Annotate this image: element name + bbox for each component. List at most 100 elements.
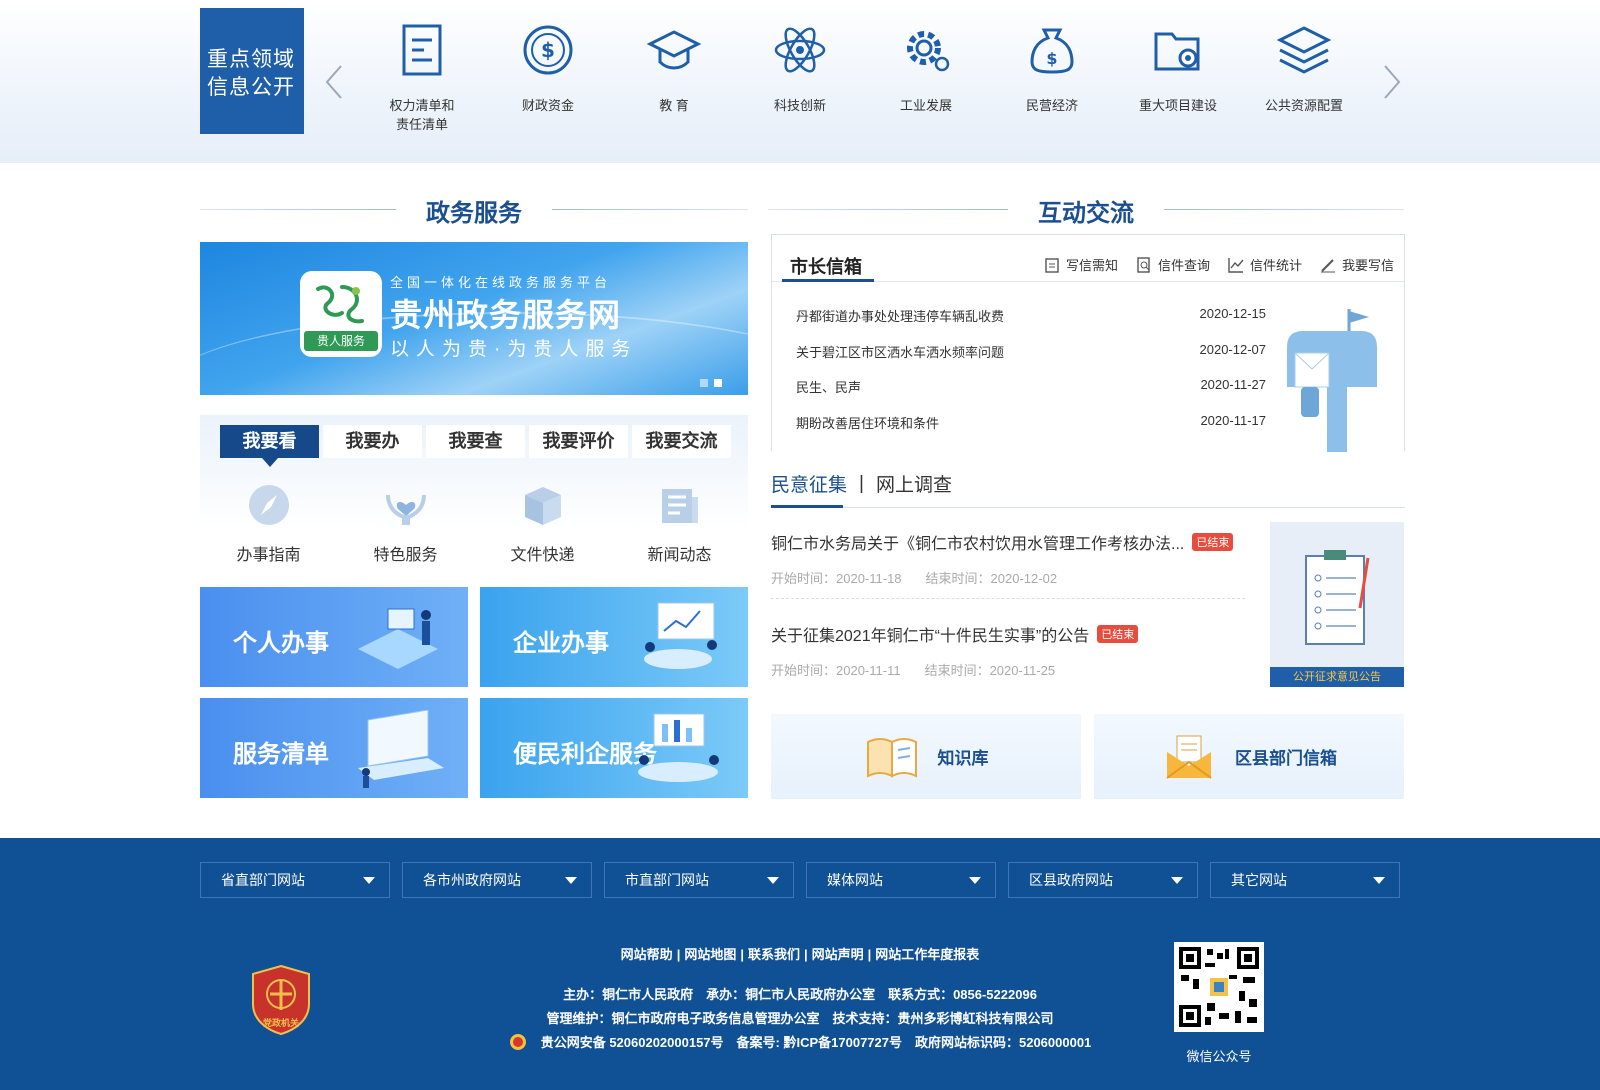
opinion-item[interactable]: 铜仁市水务局关于《铜仁市农村饮用水管理工作考核办法... 已结束 开始时间：202…	[771, 530, 1241, 587]
mail-row[interactable]: 期盼改善居住环境和条件 2020-11-17	[796, 413, 1266, 432]
key-area-label: 责任清单	[395, 117, 448, 132]
letter-stats-button[interactable]: 信件统计	[1228, 255, 1302, 274]
line-chart-icon	[1228, 257, 1244, 273]
write-letter-button[interactable]: 我要写信	[1320, 255, 1394, 274]
opinion-end: 结束时间：2020-12-02	[925, 571, 1058, 586]
qr-code-icon	[1179, 947, 1259, 1027]
tab-online-survey[interactable]: 网上调查	[876, 470, 952, 497]
opinion-end: 结束时间：2020-11-25	[924, 663, 1056, 678]
district-mailbox-shortcut[interactable]: 区县部门信箱	[1094, 714, 1404, 799]
letter-query-button[interactable]: 信件查询	[1136, 255, 1210, 274]
enterprise-affairs-tile[interactable]: 企业办事	[480, 587, 748, 687]
tab-communicate[interactable]: 我要交流	[632, 425, 731, 458]
folder-gear-icon	[1150, 22, 1206, 78]
office-illustration	[638, 713, 719, 782]
banner-pager[interactable]	[700, 379, 722, 387]
mail-title[interactable]: 民生、民声	[796, 377, 861, 396]
knowledge-base-shortcut[interactable]: 知识库	[771, 714, 1081, 799]
banner-subtitle-bottom: 以人为贵·为贵人服务	[390, 339, 638, 360]
opinion-start: 开始时间：2020-11-18	[771, 571, 902, 586]
wechat-qr-code	[1174, 942, 1264, 1032]
link-sitemap[interactable]: 网站地图	[684, 947, 736, 962]
gov-service-banner[interactable]: 贵人服务 全国一体化在线政务服务平台 贵州政务服务网 以人为贵·为贵人服务	[200, 242, 748, 395]
convenience-service-tile[interactable]: 便民利企服务	[480, 698, 748, 798]
svg-text:$: $	[1046, 49, 1057, 68]
link-statement[interactable]: 网站声明	[812, 947, 864, 962]
key-areas-title-line1: 重点领域	[207, 48, 295, 71]
search-doc-icon	[1137, 256, 1150, 273]
mail-date: 2020-12-07	[1199, 342, 1267, 357]
letter-stats-label: 信件统计	[1249, 258, 1302, 273]
tile-title: 企业办事	[513, 630, 609, 657]
registration-text[interactable]: 贵公网安备 52060202000157号 备案号: 黔ICP备17007727…	[541, 1035, 1092, 1050]
tab-opinion-collection[interactable]: 民意征集	[771, 470, 847, 497]
mailbox-title[interactable]: 市长信箱	[790, 253, 862, 279]
mayor-mailbox-panel: 市长信箱 写信需知 信件查询 信件统计 我要写信 丹都街道办事处处理违停车辆乱收…	[771, 234, 1405, 452]
key-area-private-economy[interactable]: $ 民营经济	[990, 22, 1114, 115]
consultation-card-label: 公开征求意见公告	[1270, 667, 1404, 687]
public-consultation-card[interactable]: 公开征求意见公告	[1270, 522, 1404, 687]
service-list-tile[interactable]: 服务清单	[200, 698, 468, 798]
key-area-power-list[interactable]: 权力清单和 责任清单	[360, 22, 484, 134]
banner-subtitle-top: 全国一体化在线政务服务平台	[390, 275, 612, 290]
tab-item-label: 文件快递	[510, 547, 575, 564]
heart-hands-icon	[384, 483, 428, 527]
mail-title[interactable]: 关于碧江区市区洒水车洒水频率问题	[796, 342, 1004, 361]
knowledge-base-label: 知识库	[937, 749, 989, 768]
service-guide[interactable]: 办事指南	[200, 483, 337, 565]
mail-row[interactable]: 民生、民声 2020-11-27	[796, 377, 1266, 396]
tab-separator: |	[859, 472, 864, 494]
party-gov-emblem-icon[interactable]: 党政机关	[250, 964, 312, 1036]
interaction-heading-text: 互动交流	[1038, 200, 1134, 227]
opinion-title[interactable]: 关于征集2021年铜仁市“十件民生实事”的公告	[771, 622, 1089, 646]
letter-notice-button[interactable]: 写信需知	[1044, 255, 1118, 274]
dropdown-media-sites[interactable]: 媒体网站	[806, 862, 996, 898]
mailbox-actions: 写信需知 信件查询 信件统计 我要写信	[1044, 255, 1394, 274]
layers-icon	[1276, 22, 1332, 78]
mail-row[interactable]: 丹都街道办事处处理违停车辆乱收费 2020-12-15	[796, 306, 1266, 325]
tab-do[interactable]: 我要办	[323, 425, 422, 458]
police-badge-icon[interactable]	[509, 1033, 527, 1051]
opinion-item[interactable]: 关于征集2021年铜仁市“十件民生实事”的公告 已结束 开始时间：2020-11-…	[771, 622, 1241, 679]
dropdown-city-governments[interactable]: 各市州政府网站	[402, 862, 592, 898]
link-separator: |	[804, 947, 808, 962]
tab-see[interactable]: 我要看	[220, 425, 319, 467]
key-area-industry[interactable]: 工业发展	[864, 22, 988, 115]
mail-title[interactable]: 期盼改善居住环境和条件	[796, 413, 939, 432]
opinion-title[interactable]: 铜仁市水务局关于《铜仁市农村饮用水管理工作考核办法...	[771, 530, 1184, 554]
tab-check[interactable]: 我要查	[426, 425, 525, 458]
money-bag-icon: $	[1024, 22, 1080, 78]
dropdown-municipal-depts[interactable]: 市直部门网站	[604, 862, 794, 898]
guizhou-service-logo: 贵人服务	[300, 271, 382, 357]
footer-maintenance-info: 管理维护：铜仁市政府电子政务信息管理办公室 技术支持：贵州多彩博虹科技有限公司	[546, 1011, 1054, 1026]
clipboard-icon	[1045, 257, 1059, 273]
key-area-education[interactable]: 教 育	[612, 22, 736, 115]
key-area-major-projects[interactable]: 重大项目建设	[1116, 22, 1240, 115]
file-express[interactable]: 文件快递	[474, 483, 611, 565]
mail-title[interactable]: 丹都街道办事处处理违停车辆乱收费	[796, 306, 1004, 325]
district-mailbox-label: 区县部门信箱	[1235, 749, 1337, 768]
mail-date: 2020-12-15	[1199, 306, 1267, 321]
svg-text:$: $	[541, 38, 555, 62]
dropdown-district-governments[interactable]: 区县政府网站	[1008, 862, 1198, 898]
letter-query-label: 信件查询	[1157, 258, 1210, 273]
personal-affairs-tile[interactable]: 个人办事	[200, 587, 468, 687]
carousel-prev-icon[interactable]	[321, 62, 347, 102]
key-area-innovation[interactable]: 科技创新	[738, 22, 862, 115]
key-area-finance[interactable]: $ 财政资金	[486, 22, 610, 115]
key-area-label: 科技创新	[773, 98, 826, 113]
carousel-next-icon[interactable]	[1379, 62, 1405, 102]
news-updates[interactable]: 新闻动态	[611, 483, 748, 565]
opinion-tabs: 民意征集 | 网上调查	[771, 470, 952, 497]
link-help[interactable]: 网站帮助	[621, 947, 673, 962]
link-contact[interactable]: 联系我们	[748, 947, 800, 962]
mail-row[interactable]: 关于碧江区市区洒水车洒水频率问题 2020-12-07	[796, 342, 1266, 361]
dropdown-other-sites[interactable]: 其它网站	[1210, 862, 1400, 898]
dropdown-provincial-depts[interactable]: 省直部门网站	[200, 862, 390, 898]
tab-evaluate[interactable]: 我要评价	[529, 425, 628, 458]
opinion-start: 开始时间：2020-11-11	[771, 663, 901, 678]
key-area-public-resources[interactable]: 公共资源配置	[1242, 22, 1366, 115]
site-footer: 省直部门网站 各市州政府网站 市直部门网站 媒体网站 区县政府网站 其它网站 网…	[0, 838, 1600, 1090]
special-service[interactable]: 特色服务	[337, 483, 474, 565]
link-annual-report[interactable]: 网站工作年度报表	[875, 947, 979, 962]
